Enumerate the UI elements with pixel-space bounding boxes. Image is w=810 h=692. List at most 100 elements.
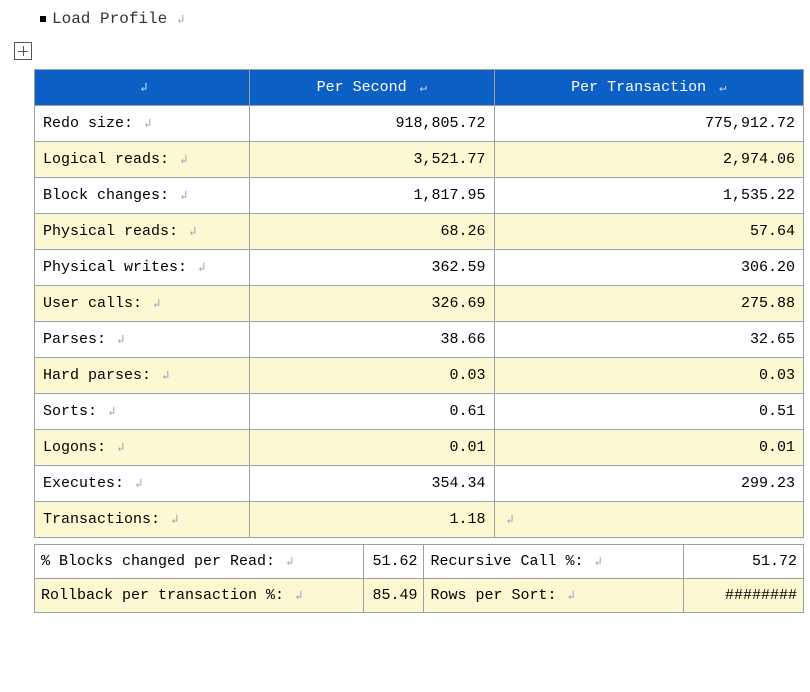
per-second-value: 3,521.77 (413, 151, 485, 168)
summary-table-body: % Blocks changed per Read: ↲ 51.62 Recursi… (35, 545, 804, 613)
table-row: Transactions: ↲1.18 ↲ (35, 502, 804, 538)
per-transaction-value: 32.65 (750, 331, 795, 348)
summary-row: Rollback per transaction %: ↲ 85.49 Rows p… (35, 579, 804, 613)
paragraph-mark-icon: ↲ (110, 441, 124, 455)
per-transaction-cell: 0.03 (494, 358, 804, 394)
summary-label-2: Rows per Sort: (430, 587, 556, 604)
table-row: Executes: ↲ 354.34 299.23 (35, 466, 804, 502)
metric-label-cell: Physical reads: ↲ (35, 214, 250, 250)
per-transaction-cell: 32.65 (494, 322, 804, 358)
summary-value-1-cell: 85.49 (364, 579, 424, 613)
per-second-cell: 354.34 (249, 466, 494, 502)
per-second-value: 68.26 (440, 223, 485, 240)
load-profile-table: ↲ Per Second ↵ Per Transaction ↵ Redo si… (34, 69, 804, 538)
per-second-cell: 1,817.95 (249, 178, 494, 214)
paragraph-mark-icon: ↲ (507, 513, 514, 527)
table-header-row: ↲ Per Second ↵ Per Transaction ↵ (35, 70, 804, 106)
header-blank: ↲ (35, 70, 250, 106)
paragraph-mark-icon: ↲ (101, 405, 115, 419)
per-transaction-cell: 299.23 (494, 466, 804, 502)
metric-label-cell: Block changes: ↲ (35, 178, 250, 214)
per-second-value: 0.01 (449, 439, 485, 456)
metric-label-cell: Executes: ↲ (35, 466, 250, 502)
metric-label-cell: Parses: ↲ (35, 322, 250, 358)
per-second-value: 0.03 (449, 367, 485, 384)
header-per-transaction-text: Per Transaction (571, 79, 706, 96)
metric-label: Sorts: (43, 403, 97, 420)
paragraph-mark-icon: ↲ (177, 12, 184, 27)
summary-label-2-cell: Rows per Sort: ↲ (424, 579, 684, 613)
per-second-cell: 0.03 (249, 358, 494, 394)
metric-label-cell: Hard parses: ↲ (35, 358, 250, 394)
metric-label-cell: Transactions: ↲ (35, 502, 250, 538)
table-row: Hard parses: ↲ 0.03 0.03 (35, 358, 804, 394)
per-second-cell: 1.18 (249, 502, 494, 538)
paragraph-mark-icon: ↲ (110, 333, 124, 347)
per-transaction-value: 1,535.22 (723, 187, 795, 204)
metric-label: Parses: (43, 331, 106, 348)
summary-label-1: % Blocks changed per Read: (41, 553, 275, 570)
paragraph-mark-icon: ↲ (560, 589, 574, 603)
paragraph-mark-icon: ↲ (140, 81, 147, 95)
paragraph-mark-icon: ↲ (164, 513, 178, 527)
per-second-cell: 918,805.72 (249, 106, 494, 142)
per-transaction-value: 2,974.06 (723, 151, 795, 168)
summary-label-1-cell: Rollback per transaction %: ↲ (35, 579, 364, 613)
header-per-second: Per Second ↵ (249, 70, 494, 106)
metric-label: Redo size: (43, 115, 133, 132)
summary-value-1: 85.49 (372, 587, 417, 604)
per-transaction-cell: 0.01 (494, 430, 804, 466)
per-second-cell: 0.01 (249, 430, 494, 466)
per-transaction-cell: 2,974.06 (494, 142, 804, 178)
paragraph-mark-icon: ↲ (173, 189, 187, 203)
metric-label: Logical reads: (43, 151, 169, 168)
per-transaction-cell: 0.51 (494, 394, 804, 430)
paragraph-mark-icon: ↲ (191, 261, 205, 275)
summary-label-2: Recursive Call %: (430, 553, 583, 570)
per-transaction-cell: 1,535.22 (494, 178, 804, 214)
page-root: Load Profile ↲ ↲ Per Second ↵ Per Transa… (0, 0, 810, 623)
summary-label-2-cell: Recursive Call %: ↲ (424, 545, 684, 579)
per-second-value: 918,805.72 (395, 115, 485, 132)
per-transaction-cell: 775,912.72 (494, 106, 804, 142)
summary-value-2: 51.72 (752, 553, 797, 570)
summary-value-2-cell: 51.72 (684, 545, 804, 579)
table-move-handle-icon[interactable] (14, 42, 32, 60)
paragraph-mark-icon: ↲ (182, 225, 196, 239)
paragraph-mark-icon: ↲ (587, 555, 601, 569)
table-row: Logical reads: ↲ 3,521.77 2,974.06 (35, 142, 804, 178)
metric-label: Physical reads: (43, 223, 178, 240)
per-second-cell: 0.61 (249, 394, 494, 430)
metric-label-cell: Logons: ↲ (35, 430, 250, 466)
per-second-value: 354.34 (431, 475, 485, 492)
summary-label-1-cell: % Blocks changed per Read: ↲ (35, 545, 364, 579)
table-row: Redo size: ↲ 918,805.72 775,912.72 (35, 106, 804, 142)
per-transaction-value: 306.20 (741, 259, 795, 276)
summary-value-1: 51.62 (372, 553, 417, 570)
per-transaction-value: 299.23 (741, 475, 795, 492)
metric-label-cell: Redo size: ↲ (35, 106, 250, 142)
summary-table: % Blocks changed per Read: ↲ 51.62 Recursi… (34, 544, 804, 613)
per-transaction-cell: 57.64 (494, 214, 804, 250)
paragraph-mark-icon: ↲ (173, 153, 187, 167)
metric-label-cell: Logical reads: ↲ (35, 142, 250, 178)
table-row: Physical writes: ↲362.59306.20 (35, 250, 804, 286)
per-transaction-value: 0.03 (759, 367, 795, 384)
metric-label: Block changes: (43, 187, 169, 204)
per-transaction-value: 0.51 (759, 403, 795, 420)
metric-label: Executes: (43, 475, 124, 492)
per-transaction-value: 275.88 (741, 295, 795, 312)
metric-label-cell: Sorts: ↲ (35, 394, 250, 430)
table-row: Sorts: ↲0.610.51 (35, 394, 804, 430)
per-second-value: 362.59 (431, 259, 485, 276)
per-transaction-cell: 275.88 (494, 286, 804, 322)
per-second-cell: 326.69 (249, 286, 494, 322)
per-transaction-value: 57.64 (750, 223, 795, 240)
header-per-transaction: Per Transaction ↵ (494, 70, 804, 106)
paragraph-mark-icon: ↲ (155, 369, 169, 383)
summary-value-1-cell: 51.62 (364, 545, 424, 579)
metric-label: Hard parses: (43, 367, 151, 384)
per-second-cell: 68.26 (249, 214, 494, 250)
per-transaction-cell: ↲ (494, 502, 804, 538)
table-row: Parses: ↲38.6632.65 (35, 322, 804, 358)
